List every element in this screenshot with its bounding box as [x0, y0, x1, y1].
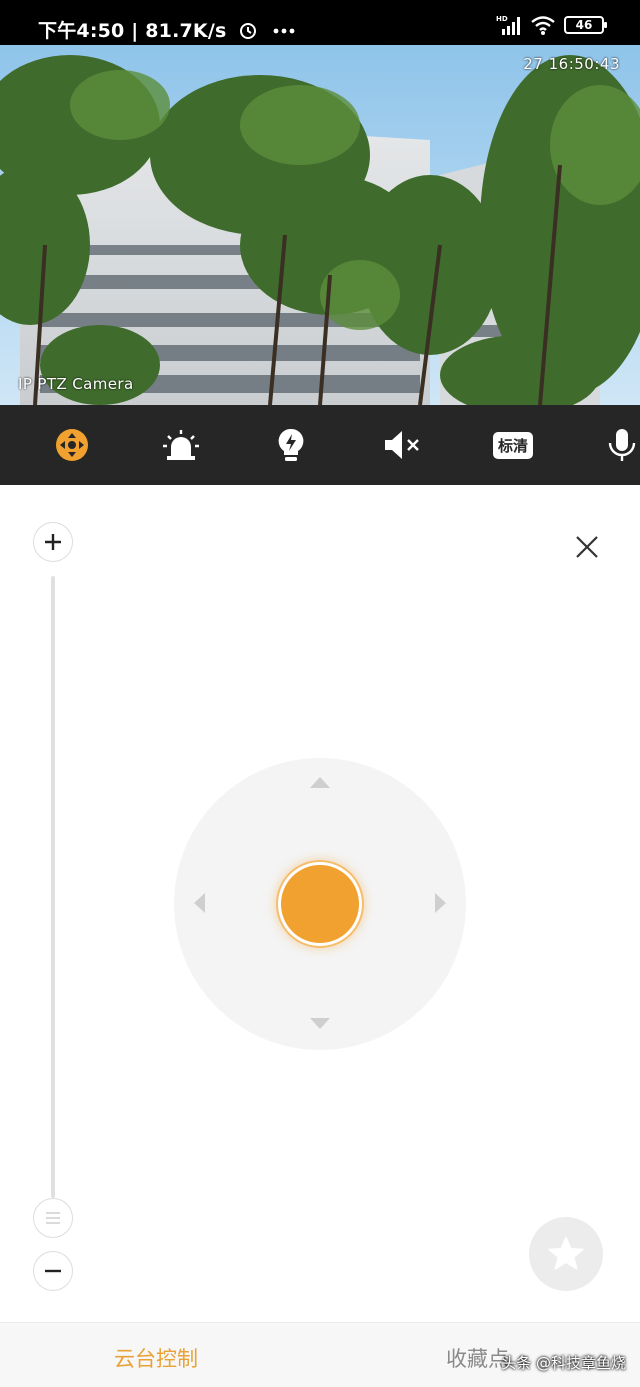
light-bulb-icon — [278, 428, 304, 461]
mute-button[interactable] — [383, 425, 423, 465]
zoom-slider-track[interactable] — [51, 576, 55, 1198]
watermark-text: 头条 @科技章鱼烧 — [501, 1354, 626, 1372]
ptz-control-icon — [56, 429, 88, 461]
more-dots-icon — [273, 28, 295, 34]
plus-icon — [45, 534, 61, 550]
camera-label: IP PTZ Camera — [18, 375, 134, 393]
joystick-knob[interactable] — [278, 862, 362, 946]
pan-right-arrow-icon[interactable] — [435, 893, 446, 913]
status-time-speed: 下午4:50 | 81.7K/s — [38, 16, 298, 43]
alarm-clock-icon — [240, 23, 257, 39]
video-frame-image — [0, 45, 640, 405]
status-bar: 下午4:50 | 81.7K/s HD 46 — [0, 0, 640, 45]
pan-left-arrow-icon[interactable] — [194, 893, 205, 913]
tab-favorites[interactable]: 收藏点 — [446, 1343, 509, 1373]
ptz-control-button[interactable] — [52, 425, 92, 465]
wifi-icon — [531, 16, 555, 35]
close-icon — [576, 536, 598, 558]
microphone-button[interactable] — [604, 425, 640, 465]
add-favorite-button[interactable] — [529, 1217, 603, 1291]
zoom-slider-handle[interactable] — [33, 1198, 73, 1238]
tab-ptz-control[interactable]: 云台控制 — [114, 1343, 198, 1373]
camera-video-feed[interactable]: 27 16:50:43 IP PTZ Camera — [0, 45, 640, 405]
svg-text:HD: HD — [496, 15, 508, 23]
battery-level: 46 — [575, 18, 593, 32]
minus-icon — [45, 1269, 61, 1273]
slider-handle-icon — [46, 1212, 60, 1224]
pan-down-arrow-icon[interactable] — [310, 1018, 330, 1029]
alarm-siren-button[interactable] — [161, 425, 201, 465]
star-icon — [548, 1237, 584, 1270]
video-quality-button[interactable]: 标清 — [492, 425, 534, 465]
status-time-text: 下午4:50 | 81.7K/s — [38, 20, 227, 42]
pan-up-arrow-icon[interactable] — [310, 777, 330, 788]
signal-icon: HD — [496, 15, 520, 35]
video-timestamp: 27 16:50:43 — [523, 55, 620, 73]
zoom-out-button[interactable] — [33, 1251, 73, 1291]
battery-indicator: 46 — [564, 16, 607, 34]
quality-badge: 标清 — [492, 431, 533, 459]
mute-icon — [385, 431, 419, 459]
light-button[interactable] — [271, 425, 311, 465]
alarm-siren-icon — [163, 430, 199, 460]
zoom-in-button[interactable] — [33, 522, 73, 562]
camera-toolbar: 标清 — [0, 405, 640, 485]
status-icons: HD 46 — [496, 14, 607, 36]
microphone-icon — [608, 429, 636, 461]
close-panel-button[interactable] — [572, 532, 602, 562]
